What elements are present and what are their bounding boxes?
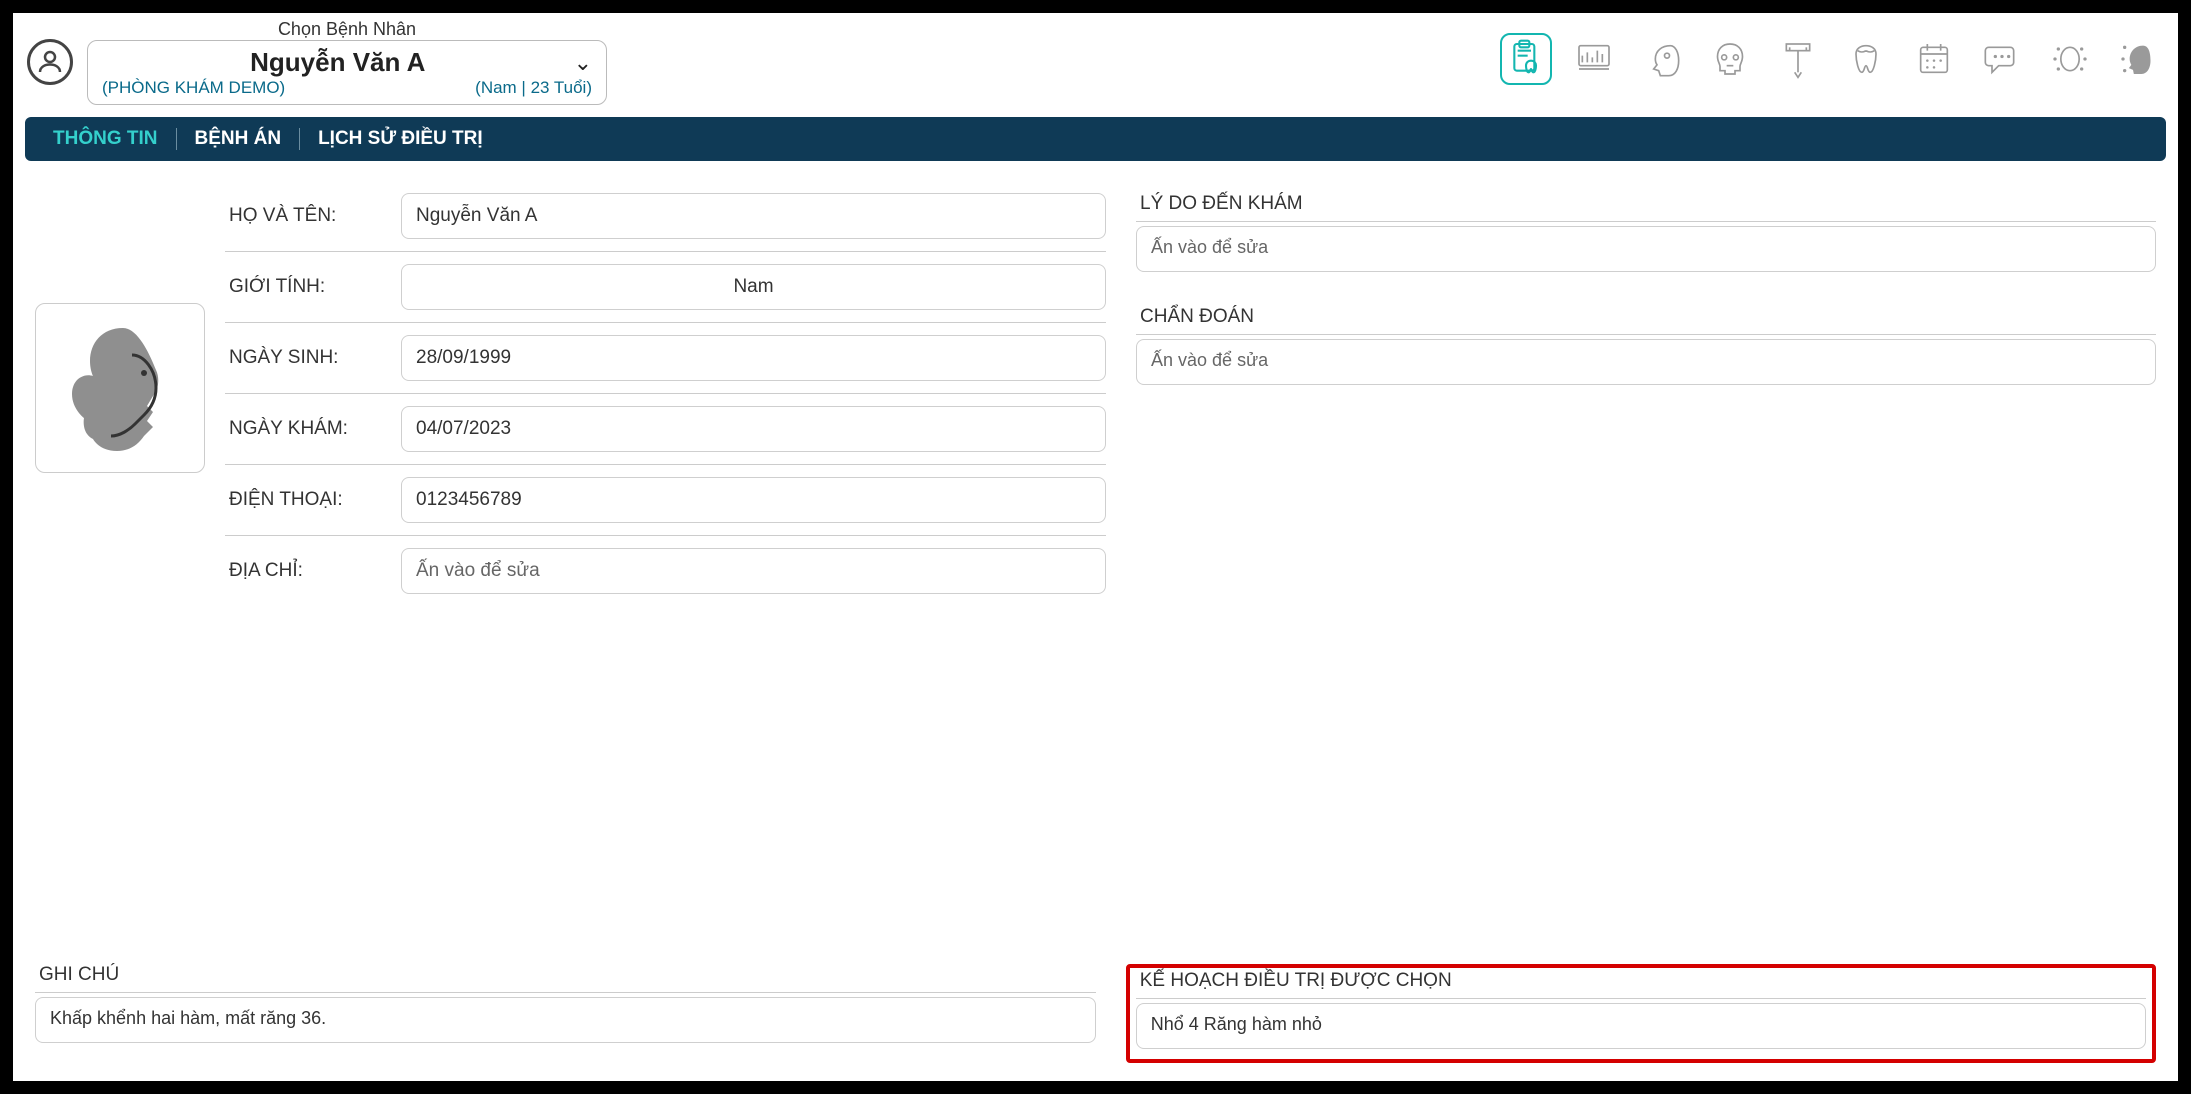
- plan-title: KẾ HOẠCH ĐIỀU TRỊ ĐƯỢC CHỌN: [1136, 970, 2146, 999]
- phone-input[interactable]: 0123456789: [401, 477, 1106, 523]
- main-content: HỌ VÀ TÊN: Nguyễn Văn A GIỚI TÍNH: Nam N…: [13, 167, 2178, 958]
- treatment-plan-section: KẾ HOẠCH ĐIỀU TRỊ ĐƯỢC CHỌN Nhổ 4 Răng h…: [1126, 964, 2156, 1063]
- diagnosis-input[interactable]: Ấn vào để sửa: [1136, 339, 2156, 385]
- field-address: ĐỊA CHỈ: Ấn vào để sửa: [225, 548, 1106, 606]
- bottom-row: GHI CHÚ Khấp khểnh hai hàm, mất răng 36.…: [13, 958, 2178, 1081]
- notes-section: GHI CHÚ Khấp khểnh hai hàm, mất răng 36.: [35, 964, 1096, 1063]
- tool-skull-side-icon[interactable]: [1636, 33, 1688, 85]
- tab-bar: THÔNG TIN BỆNH ÁN LỊCH SỬ ĐIỀU TRỊ: [25, 117, 2166, 161]
- phone-label: ĐIỆN THOẠI:: [229, 489, 389, 511]
- tool-face-dots-front-icon[interactable]: [2044, 33, 2096, 85]
- diagnosis-title: CHẨN ĐOÁN: [1136, 306, 2156, 335]
- patient-select[interactable]: Nguyễn Văn A ⌄ (PHÒNG KHÁM DEMO) (Nam | …: [87, 40, 607, 105]
- name-label: HỌ VÀ TÊN:: [229, 205, 389, 227]
- tab-history[interactable]: LỊCH SỬ ĐIỀU TRỊ: [304, 117, 497, 161]
- tool-calendar-icon[interactable]: [1908, 33, 1960, 85]
- field-gender: GIỚI TÍNH: Nam: [225, 264, 1106, 323]
- tool-chat-icon[interactable]: [1976, 33, 2028, 85]
- dob-label: NGÀY SINH:: [229, 347, 389, 369]
- chevron-down-icon: ⌄: [574, 50, 592, 76]
- avatar-icon: [27, 39, 73, 85]
- top-bar: Chọn Bệnh Nhân Nguyễn Văn A ⌄ (PHÒNG KHÁ…: [13, 13, 2178, 111]
- tool-skull-front-icon[interactable]: [1704, 33, 1756, 85]
- left-column: HỌ VÀ TÊN: Nguyễn Văn A GIỚI TÍNH: Nam N…: [35, 193, 1106, 944]
- tab-info[interactable]: THÔNG TIN: [39, 117, 172, 161]
- field-exam: NGÀY KHÁM: 04/07/2023: [225, 406, 1106, 465]
- reason-title: LÝ DO ĐẾN KHÁM: [1136, 193, 2156, 222]
- gender-input[interactable]: Nam: [401, 264, 1106, 310]
- tool-caliper-icon[interactable]: [1772, 33, 1824, 85]
- exam-label: NGÀY KHÁM:: [229, 418, 389, 440]
- tool-face-dots-side-icon[interactable]: [2112, 33, 2164, 85]
- dob-input[interactable]: 28/09/1999: [401, 335, 1106, 381]
- toolbar: [1500, 19, 2164, 85]
- gender-label: GIỚI TÍNH:: [229, 276, 389, 298]
- tool-periodontal-icon[interactable]: [1568, 33, 1620, 85]
- address-input[interactable]: Ấn vào để sửa: [401, 548, 1106, 594]
- field-name: HỌ VÀ TÊN: Nguyễn Văn A: [225, 193, 1106, 252]
- tab-separator: [176, 128, 177, 150]
- tool-clipboard-tooth-icon[interactable]: [1500, 33, 1552, 85]
- gender-age: (Nam | 23 Tuổi): [475, 78, 592, 98]
- reason-section: LÝ DO ĐẾN KHÁM Ấn vào để sửa: [1136, 193, 2156, 272]
- notes-input[interactable]: Khấp khểnh hai hàm, mất răng 36.: [35, 997, 1096, 1043]
- patient-name: Nguyễn Văn A: [102, 47, 574, 78]
- choose-patient-label: Chọn Bệnh Nhân: [87, 19, 607, 40]
- patient-photo[interactable]: [35, 303, 205, 473]
- exam-input[interactable]: 04/07/2023: [401, 406, 1106, 452]
- tab-separator: [299, 128, 300, 150]
- reason-input[interactable]: Ấn vào để sửa: [1136, 226, 2156, 272]
- field-dob: NGÀY SINH: 28/09/1999: [225, 335, 1106, 394]
- field-phone: ĐIỆN THOẠI: 0123456789: [225, 477, 1106, 536]
- info-fields: HỌ VÀ TÊN: Nguyễn Văn A GIỚI TÍNH: Nam N…: [225, 193, 1106, 606]
- patient-area: Chọn Bệnh Nhân Nguyễn Văn A ⌄ (PHÒNG KHÁ…: [27, 19, 607, 105]
- address-label: ĐỊA CHỈ:: [229, 560, 389, 582]
- tab-record[interactable]: BỆNH ÁN: [181, 117, 296, 161]
- diagnosis-section: CHẨN ĐOÁN Ấn vào để sửa: [1136, 306, 2156, 385]
- plan-input[interactable]: Nhổ 4 Răng hàm nhỏ: [1136, 1003, 2146, 1049]
- tool-tooth-icon[interactable]: [1840, 33, 1892, 85]
- notes-title: GHI CHÚ: [35, 964, 1096, 993]
- name-input[interactable]: Nguyễn Văn A: [401, 193, 1106, 239]
- right-column: LÝ DO ĐẾN KHÁM Ấn vào để sửa CHẨN ĐOÁN Ấ…: [1136, 193, 2156, 944]
- clinic-label: (PHÒNG KHÁM DEMO): [102, 78, 285, 98]
